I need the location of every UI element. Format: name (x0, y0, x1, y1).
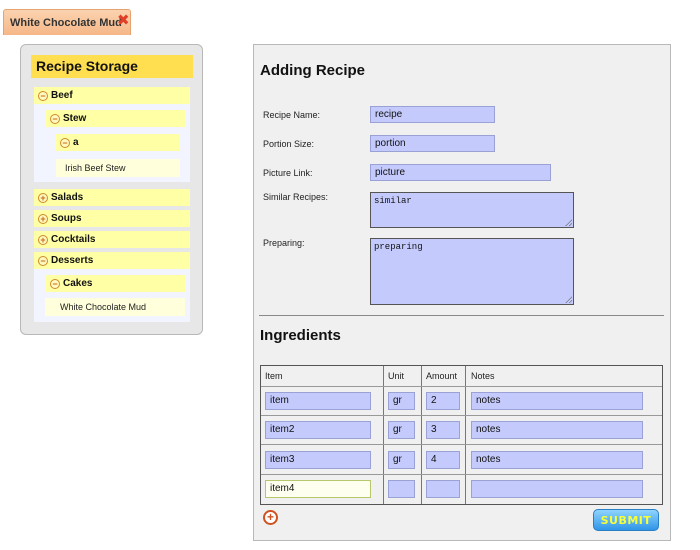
tree-node-beef[interactable]: − Beef (34, 87, 190, 104)
similar-recipes-textarea[interactable]: similar (370, 192, 574, 228)
row-divider (261, 386, 662, 387)
similar-recipes-value: similar (374, 196, 412, 206)
add-recipe-panel: Adding Recipe Recipe Name: recipe Portio… (253, 44, 671, 541)
add-ingredient-icon[interactable]: + (263, 510, 278, 525)
collapse-icon[interactable]: − (50, 113, 60, 124)
expand-icon[interactable]: + (38, 192, 48, 203)
portion-size-input[interactable]: portion (370, 135, 495, 152)
preparing-value: preparing (374, 242, 423, 252)
tree-node-a[interactable]: − a (56, 134, 180, 151)
unit-input[interactable]: gr (388, 451, 415, 469)
tree-node-label: Beef (51, 90, 73, 101)
collapse-icon[interactable]: − (38, 255, 48, 266)
item-input[interactable]: item (265, 392, 371, 410)
row-divider (261, 444, 662, 445)
amount-input[interactable]: 3 (426, 421, 460, 439)
column-header-notes: Notes (471, 371, 495, 381)
submit-button[interactable]: SUBMIT (593, 509, 659, 531)
item-input[interactable]: item2 (265, 421, 371, 439)
section-divider (259, 315, 664, 316)
tree-node-label: Desserts (51, 255, 94, 266)
recipe-storage-panel: Recipe Storage − Beef − Stew − a Irish B… (20, 44, 203, 335)
item-input[interactable]: item3 (265, 451, 371, 469)
unit-input[interactable]: gr (388, 421, 415, 439)
tree-leaf-white-chocolate-mud[interactable]: White Chocolate Mud (45, 298, 185, 316)
tree-node-soups[interactable]: + Soups (34, 210, 190, 227)
notes-input[interactable] (471, 480, 643, 498)
notes-input[interactable]: notes (471, 451, 643, 469)
resize-handle-icon[interactable] (565, 219, 572, 226)
column-header-amount: Amount (426, 371, 458, 381)
tree-node-label: Cocktails (51, 234, 96, 245)
tree-node-label: Soups (51, 213, 82, 224)
expand-icon[interactable]: + (38, 234, 48, 245)
item-input[interactable]: item4 (265, 480, 371, 498)
ingredients-table: Item Unit Amount Notes item gr 2 notes i… (260, 365, 663, 505)
row-divider (261, 415, 662, 416)
tree-node-cocktails[interactable]: + Cocktails (34, 231, 190, 248)
column-header-unit: Unit (388, 371, 405, 381)
preparing-label: Preparing: (263, 238, 305, 248)
recipe-name-input[interactable]: recipe (370, 106, 495, 123)
recipe-name-label: Recipe Name: (263, 110, 321, 120)
form-title: Adding Recipe (260, 62, 366, 79)
tree-node-salads[interactable]: + Salads (34, 189, 190, 206)
tree-node-label: Cakes (63, 278, 93, 289)
notes-input[interactable]: notes (471, 421, 643, 439)
tree-leaf-irish-beef-stew[interactable]: Irish Beef Stew (56, 159, 180, 177)
resize-handle-icon[interactable] (565, 296, 572, 303)
portion-size-label: Portion Size: (263, 139, 315, 149)
collapse-icon[interactable]: − (38, 90, 48, 101)
amount-input[interactable]: 4 (426, 451, 460, 469)
column-header-item: Item (265, 371, 283, 381)
collapse-icon[interactable]: − (60, 137, 70, 148)
picture-link-label: Picture Link: (263, 168, 313, 178)
ingredients-title: Ingredients (260, 327, 341, 344)
tree-node-desserts[interactable]: − Desserts (34, 252, 190, 269)
storage-title: Recipe Storage (31, 55, 193, 78)
tree-node-label: Salads (51, 192, 84, 203)
amount-input[interactable] (426, 480, 460, 498)
unit-input[interactable]: gr (388, 392, 415, 410)
collapse-icon[interactable]: − (50, 278, 60, 289)
similar-recipes-label: Similar Recipes: (263, 192, 329, 202)
unit-input[interactable] (388, 480, 415, 498)
tree-node-cakes[interactable]: − Cakes (45, 275, 185, 292)
expand-icon[interactable]: + (38, 213, 48, 224)
preparing-textarea[interactable]: preparing (370, 238, 574, 305)
recipe-tab[interactable]: White Chocolate Mud ✖ (3, 9, 131, 35)
tree-node-stew[interactable]: − Stew (45, 110, 185, 127)
tree-node-label: a (73, 137, 79, 148)
close-icon[interactable]: ✖ (117, 13, 130, 28)
amount-input[interactable]: 2 (426, 392, 460, 410)
row-divider (261, 474, 662, 475)
notes-input[interactable]: notes (471, 392, 643, 410)
picture-link-input[interactable]: picture (370, 164, 551, 181)
tree-node-label: Stew (63, 113, 87, 124)
recipe-tab-label: White Chocolate Mud (10, 16, 122, 29)
